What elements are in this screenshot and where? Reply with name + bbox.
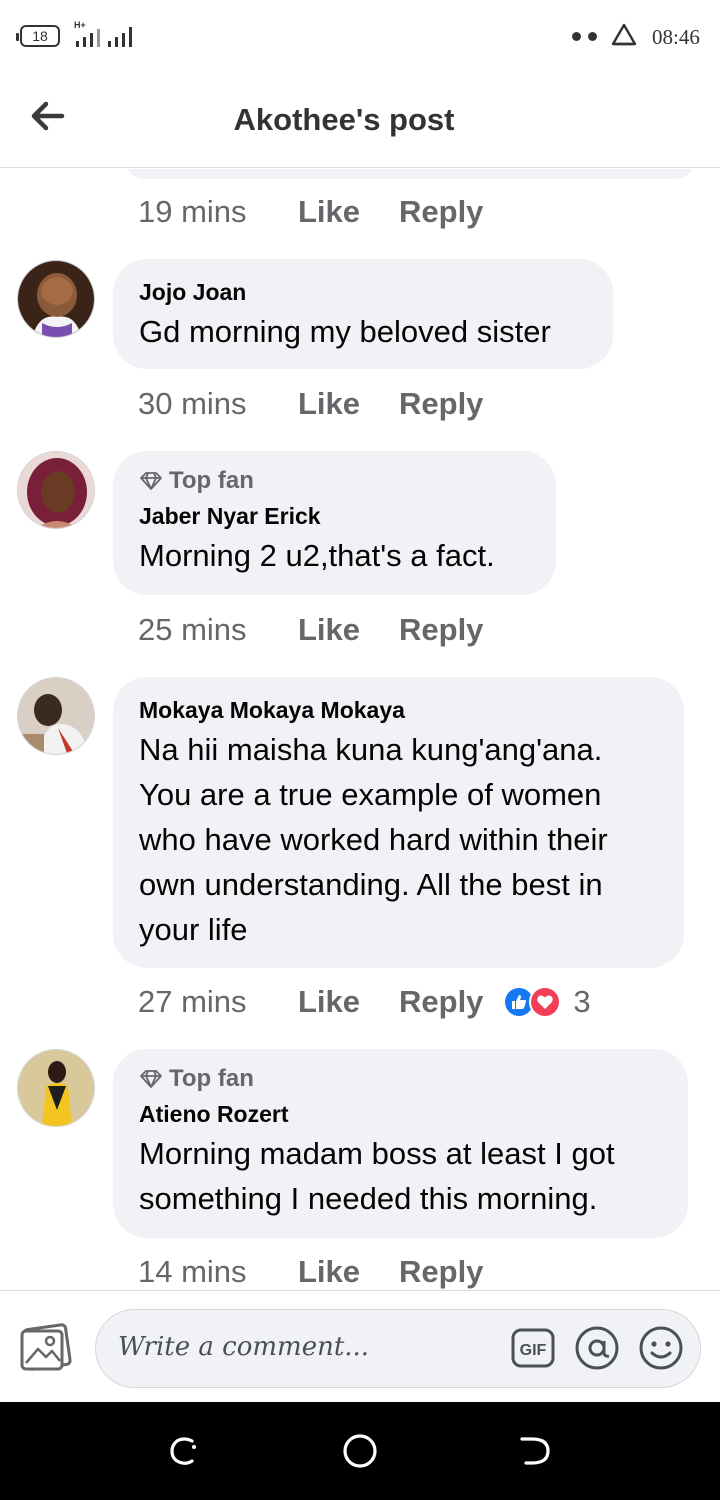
like-button[interactable]: Like xyxy=(298,1254,399,1290)
comment-text-line: own understanding. All the best in xyxy=(139,867,603,902)
comment-input[interactable]: Write a comment... GIF xyxy=(95,1309,701,1388)
badge-label: Top fan xyxy=(169,467,254,494)
alert-triangle-icon xyxy=(611,23,637,46)
like-button[interactable]: Like xyxy=(298,984,399,1020)
recent-apps-icon[interactable] xyxy=(166,1433,202,1469)
comment-bubble[interactable]: Jojo Joan Gd morning my beloved sister xyxy=(113,259,613,369)
like-button[interactable]: Like xyxy=(298,612,399,648)
signal-icon xyxy=(108,27,136,47)
battery-level: 18 xyxy=(32,28,48,44)
clock: 08:46 xyxy=(652,25,700,49)
svg-text:GIF: GIF xyxy=(520,1342,547,1359)
android-nav-bar xyxy=(0,1402,720,1500)
comment-time: 14 mins xyxy=(138,1254,247,1289)
comment-text-line: You are a true example of women xyxy=(139,777,602,812)
comment-time: 30 mins xyxy=(138,386,247,421)
comment-text-line: Na hii maisha kuna kung'ang'ana. xyxy=(139,732,603,767)
comment-composer: Write a comment... GIF xyxy=(0,1290,720,1402)
comment-text: Gd morning my beloved sister xyxy=(139,314,551,349)
like-button[interactable]: Like xyxy=(298,194,399,230)
reply-button[interactable]: Reply xyxy=(399,612,483,648)
page-title-text: Akothee's post xyxy=(233,102,455,137)
dots-icon xyxy=(572,32,598,42)
comment-time: 27 mins xyxy=(138,984,247,1019)
reply-button[interactable]: Reply xyxy=(399,386,483,422)
comment-bubble xyxy=(125,169,695,179)
comment-author[interactable]: Atieno Rozert xyxy=(139,1099,662,1129)
emoji-icon[interactable] xyxy=(638,1325,684,1371)
top-fan-badge: Top fan xyxy=(139,467,530,495)
comment-meta: 27 mins Like Reply 3 xyxy=(138,984,591,1020)
post-header: Akothee's post xyxy=(0,72,720,168)
comment-text-line: Morning madam boss at least I got xyxy=(139,1136,615,1171)
love-reaction-icon xyxy=(529,986,562,1018)
top-fan-badge: Top fan xyxy=(139,1065,662,1093)
photo-icon[interactable] xyxy=(20,1323,74,1373)
badge-label: Top fan xyxy=(169,1065,254,1092)
comment-meta: 19 mins Like Reply xyxy=(138,194,483,230)
comment-text: Morning 2 u2,that's a fact. xyxy=(139,538,495,573)
reactions-summary[interactable]: 3 xyxy=(503,984,591,1020)
comment-bubble[interactable]: Top fan Atieno Rozert Morning madam boss… xyxy=(113,1049,688,1238)
comment-text-line: who have worked hard within their xyxy=(139,822,608,857)
comment-time: 19 mins xyxy=(138,194,247,229)
like-button[interactable]: Like xyxy=(298,386,399,422)
comment-author[interactable]: Jojo Joan xyxy=(139,277,587,307)
reply-button[interactable]: Reply xyxy=(399,194,483,230)
battery-icon: 18 xyxy=(16,25,60,47)
reaction-count: 3 xyxy=(573,984,591,1019)
comment-meta: 25 mins Like Reply xyxy=(138,612,483,648)
comment-meta: 30 mins Like Reply xyxy=(138,386,483,422)
comment-placeholder: Write a comment... xyxy=(118,1332,370,1362)
gif-icon[interactable]: GIF xyxy=(510,1325,556,1371)
comment-time: 25 mins xyxy=(138,612,247,647)
comment-text: Morning madam boss at least I got someth… xyxy=(139,1131,662,1221)
comment-text: Na hii maisha kuna kung'ang'ana. You are… xyxy=(139,727,658,952)
mention-icon[interactable] xyxy=(574,1325,620,1371)
avatar[interactable] xyxy=(17,260,95,338)
reply-button[interactable]: Reply xyxy=(399,984,483,1020)
comment-author[interactable]: Jaber Nyar Erick xyxy=(139,501,530,531)
diamond-icon xyxy=(140,1070,162,1088)
reply-button[interactable]: Reply xyxy=(399,1254,483,1290)
comment-bubble[interactable]: Mokaya Mokaya Mokaya Na hii maisha kuna … xyxy=(113,677,684,968)
comment-bubble[interactable]: Top fan Jaber Nyar Erick Morning 2 u2,th… xyxy=(113,451,556,595)
back-icon[interactable] xyxy=(518,1433,554,1469)
page-title: Akothee's post xyxy=(0,102,720,138)
signal-icon xyxy=(76,27,104,47)
diamond-icon xyxy=(140,472,162,490)
comment-author[interactable]: Mokaya Mokaya Mokaya xyxy=(139,695,658,725)
avatar[interactable] xyxy=(17,677,95,755)
avatar[interactable] xyxy=(17,451,95,529)
comments-list[interactable]: 19 mins Like Reply Jojo Joan Gd morning … xyxy=(0,169,720,1290)
comment-text-line: something I needed this morning. xyxy=(139,1181,598,1216)
comment-meta: 14 mins Like Reply xyxy=(138,1254,483,1290)
status-bar: 18 H+ 08:46 xyxy=(0,0,720,72)
avatar[interactable] xyxy=(17,1049,95,1127)
comment-text-line: your life xyxy=(139,912,248,947)
home-icon[interactable] xyxy=(342,1433,378,1469)
